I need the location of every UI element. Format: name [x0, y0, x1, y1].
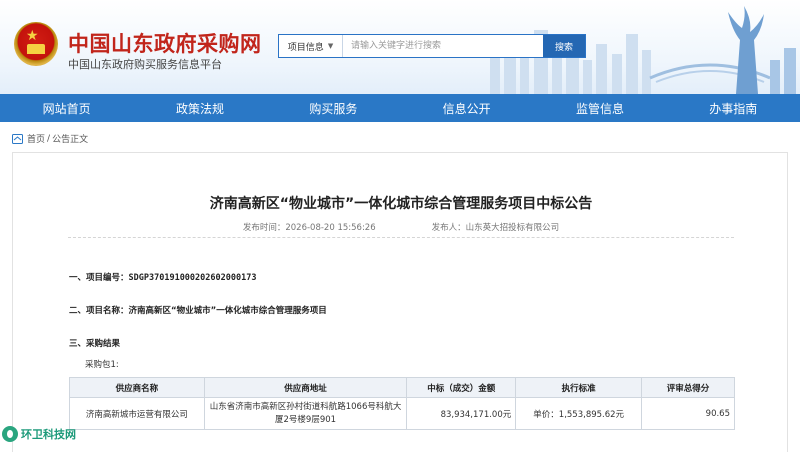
- search-type-label: 项目信息: [287, 42, 324, 53]
- nav-item-guide[interactable]: 办事指南: [667, 94, 800, 122]
- breadcrumb: 首页 / 公告正文: [12, 132, 88, 145]
- article-meta: 发布时间：2026-08-20 15:56:26 发布人：山东英大招投标有限公司: [13, 221, 789, 233]
- article-panel: 济南高新区“物业城市”一体化城市综合管理服务项目中标公告 发布时间：2026-0…: [12, 152, 788, 452]
- site-title[interactable]: 中国山东政府采购网: [68, 28, 262, 58]
- col-header-score: 评审总得分: [641, 377, 735, 398]
- col-header-standard: 执行标准: [515, 377, 643, 398]
- publish-time: 发布时间：2026-08-20 15:56:26: [242, 223, 376, 233]
- nav-item-info-disclosure[interactable]: 信息公开: [400, 94, 533, 122]
- cell-amount: 83,934,171.00元: [406, 397, 517, 430]
- section-project-name: 二、项目名称：济南高新区“物业城市”一体化城市综合管理服务项目: [69, 304, 327, 316]
- project-number: SDGP370191000202602000173: [128, 273, 257, 283]
- search-input[interactable]: [343, 35, 543, 57]
- site-header: ★ 中国山东政府采购网 中国山东政府购买服务信息平台 项目信息 ▼ 搜索: [0, 0, 800, 94]
- search-bar: 项目信息 ▼ 搜索: [278, 34, 586, 58]
- leaf-icon: [2, 426, 18, 442]
- article-title: 济南高新区“物业城市”一体化城市综合管理服务项目中标公告: [209, 196, 593, 212]
- main-nav: 网站首页 政策法规 购买服务 信息公开 监管信息 办事指南: [0, 94, 800, 122]
- result-table: 供应商名称 供应商地址 中标（成交）金额 执行标准 评审总得分 济南高新城市运营…: [69, 377, 735, 430]
- breadcrumb-separator: /: [47, 133, 51, 144]
- divider: [68, 237, 734, 238]
- section-project-number-label: 一、项目编号：: [69, 273, 129, 283]
- project-name: 济南高新区“物业城市”一体化城市综合管理服务项目: [128, 306, 327, 316]
- home-icon: [12, 133, 23, 144]
- publisher: 发布人：山东英大招投标有限公司: [431, 223, 560, 233]
- cell-address: 山东省济南市高新区孙村街道科航路1066号科航大厦2号楼9层901: [203, 397, 408, 430]
- nav-item-purchase-service[interactable]: 购买服务: [267, 94, 400, 122]
- cell-score: 90.65: [641, 397, 735, 430]
- site-subtitle: 中国山东政府购买服务信息平台: [68, 58, 222, 71]
- col-header-address: 供应商地址: [203, 377, 408, 398]
- search-type-select[interactable]: 项目信息 ▼: [279, 35, 343, 57]
- search-button[interactable]: 搜索: [543, 35, 585, 57]
- cell-supplier: 济南高新城市运营有限公司: [69, 397, 205, 430]
- col-header-amount: 中标（成交）金额: [406, 377, 517, 398]
- breadcrumb-home[interactable]: 首页: [27, 132, 45, 145]
- section-project-number: 一、项目编号：SDGP370191000202602000173: [69, 271, 256, 283]
- national-emblem-icon: ★: [14, 22, 58, 66]
- col-header-supplier: 供应商名称: [69, 377, 205, 398]
- section-procurement-result: 三、采购结果: [69, 339, 121, 349]
- chevron-down-icon: ▼: [327, 42, 334, 50]
- watermark: 环卫科技网: [2, 426, 76, 442]
- nav-item-policy[interactable]: 政策法规: [133, 94, 266, 122]
- table-row: 济南高新城市运营有限公司 山东省济南市高新区孙村街道科航路1066号科航大厦2号…: [69, 397, 735, 430]
- cell-standard: 单价：1,553,895.62元: [515, 397, 643, 430]
- section-project-name-label: 二、项目名称：: [69, 306, 129, 316]
- package-label: 采购包1:: [85, 360, 119, 370]
- nav-item-supervision[interactable]: 监管信息: [533, 94, 666, 122]
- nav-item-home[interactable]: 网站首页: [0, 94, 133, 122]
- watermark-text: 环卫科技网: [21, 428, 76, 441]
- table-header-row: 供应商名称 供应商地址 中标（成交）金额 执行标准 评审总得分: [69, 377, 735, 398]
- breadcrumb-current: 公告正文: [52, 135, 89, 145]
